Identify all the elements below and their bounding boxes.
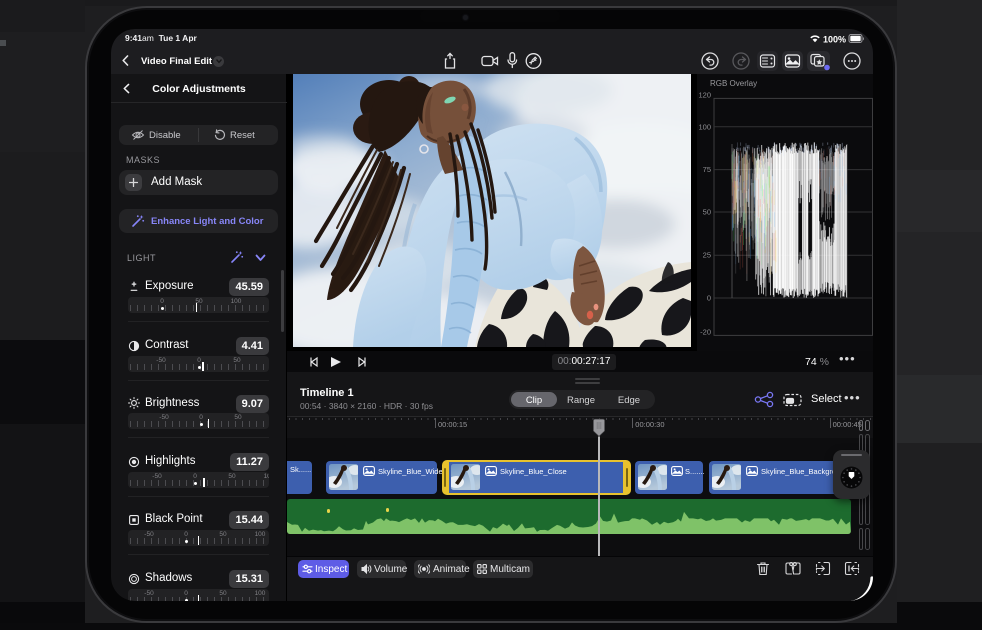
svg-text:120: 120 [698,90,711,99]
svg-text:100%: 100% [823,35,846,45]
svg-text:75: 75 [703,165,711,174]
svg-text:0: 0 [707,294,711,303]
svg-text:50: 50 [703,208,711,217]
svg-text:-20: -20 [700,328,711,337]
svg-text:100: 100 [698,122,711,131]
svg-text:25: 25 [703,251,711,260]
